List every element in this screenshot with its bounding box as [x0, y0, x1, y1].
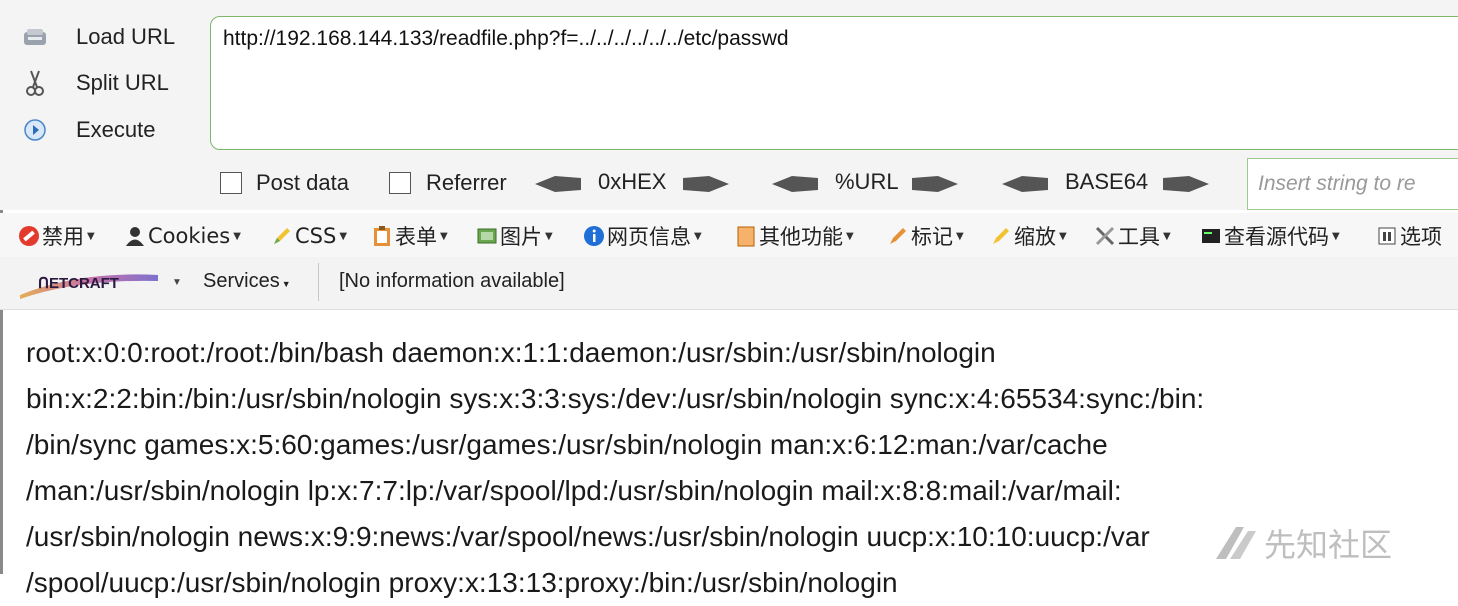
user-icon	[126, 227, 144, 246]
menu-css[interactable]: CSS ▼	[271, 221, 347, 251]
netcraft-toolbar: ᑎETCRAFT ▼ Services ▼ [No information ava…	[0, 257, 1458, 310]
execute-button[interactable]: Execute	[20, 115, 200, 145]
menu-misc[interactable]: 其他功能 ▼	[735, 221, 854, 251]
play-icon	[20, 118, 50, 142]
insert-string-input[interactable]	[1247, 158, 1458, 210]
menu-cookies[interactable]: Cookies ▼	[124, 221, 241, 251]
resize-icon	[993, 228, 1009, 244]
base64-label: BASE64	[1065, 169, 1149, 194]
image-icon	[477, 228, 497, 244]
menu-disable-label: 禁用	[42, 225, 84, 249]
hex-label: 0xHEX	[598, 169, 667, 194]
passwd-line: /bin/sync games:x:5:60:games:/usr/games:…	[26, 429, 1108, 460]
menu-resize[interactable]: 缩放 ▼	[990, 221, 1067, 251]
hex-decode-arrow-icon[interactable]	[535, 176, 581, 192]
load-url-label: Load URL	[76, 24, 176, 49]
netcraft-site-info: [No information available]	[339, 270, 565, 292]
menu-options[interactable]: 选项	[1376, 221, 1442, 251]
url-textarea[interactable]: http://192.168.144.133/readfile.php?f=..…	[210, 16, 1458, 150]
url-encode-arrow-icon[interactable]	[912, 176, 958, 192]
watermark-logo-icon	[1216, 527, 1256, 559]
passwd-line: root:x:0:0:root:/root:/bin/bash daemon:x…	[26, 337, 996, 368]
menu-tools-label: 工具	[1118, 225, 1160, 249]
url-decode-arrow-icon[interactable]	[772, 176, 818, 192]
hackbar-panel: Load URL Split URL Execute http://192.16…	[0, 0, 1458, 210]
menu-resize-label: 缩放	[1014, 225, 1056, 249]
services-menu[interactable]: Services ▼	[203, 270, 291, 293]
info-icon	[584, 226, 604, 246]
split-url-label: Split URL	[76, 70, 169, 95]
url-text: http://192.168.144.133/readfile.php?f=..…	[223, 27, 789, 50]
scissors-icon	[20, 70, 50, 96]
menu-page-info-label: 网页信息	[607, 225, 691, 249]
tools-icon	[1095, 226, 1115, 246]
menu-images[interactable]: 图片 ▼	[476, 221, 553, 251]
clipboard-icon	[374, 226, 390, 246]
referrer-checkbox[interactable]	[389, 172, 411, 194]
netcraft-logo[interactable]: ᑎETCRAFT	[18, 265, 160, 299]
options-icon	[1378, 227, 1396, 245]
hex-encode-arrow-icon[interactable]	[683, 176, 729, 192]
menu-outline[interactable]: 标记 ▼	[887, 221, 964, 251]
load-url-button[interactable]: Load URL	[20, 22, 200, 52]
menu-forms-label: 表单	[395, 225, 437, 249]
misc-icon	[737, 226, 755, 247]
post-data-label: Post data	[256, 170, 349, 195]
post-data-checkbox[interactable]	[220, 172, 242, 194]
menu-images-label: 图片	[500, 225, 542, 249]
passwd-line: /man:/usr/sbin/nologin lp:x:7:7:lp:/var/…	[26, 475, 1122, 506]
netcraft-dropdown-icon[interactable]: ▼	[172, 277, 182, 288]
webdev-toolbar: 禁用 ▼ Cookies ▼ CSS ▼ 表单 ▼ 图片 ▼ 网页信息 ▼ 其他功能 ▼ 标记…	[0, 213, 1458, 257]
menu-tools[interactable]: 工具 ▼	[1094, 221, 1171, 251]
terminal-icon	[1202, 229, 1220, 243]
base64-encode-arrow-icon[interactable]	[1163, 176, 1209, 192]
menu-forms[interactable]: 表单 ▼	[371, 221, 448, 251]
url-enc-label: %URL	[835, 169, 899, 194]
menu-disable[interactable]: 禁用 ▼	[18, 221, 95, 251]
split-url-button[interactable]: Split URL	[20, 68, 200, 98]
svg-text:ᑎETCRAFT: ᑎETCRAFT	[38, 275, 119, 292]
base64-decode-arrow-icon[interactable]	[1002, 176, 1048, 192]
execute-label: Execute	[76, 117, 156, 142]
menu-page-info[interactable]: 网页信息 ▼	[583, 221, 702, 251]
watermark-text: 先知社区	[1264, 526, 1393, 564]
toolbar-separator	[318, 263, 319, 301]
menu-view-source-label: 查看源代码	[1224, 225, 1329, 249]
menu-cookies-label: Cookies	[148, 224, 231, 248]
watermark: 先知社区	[1214, 518, 1392, 568]
passwd-line: bin:x:2:2:bin:/bin:/usr/sbin/nologin sys…	[26, 383, 1205, 414]
menu-css-label: CSS	[295, 224, 337, 248]
services-label: Services	[203, 270, 280, 292]
menu-view-source[interactable]: 查看源代码 ▼	[1200, 221, 1340, 251]
pencil-icon	[274, 228, 290, 244]
menu-outline-label: 标记	[911, 225, 953, 249]
disable-icon	[19, 226, 39, 246]
referrer-label: Referrer	[426, 170, 507, 195]
menu-options-label: 选项	[1400, 225, 1442, 249]
menu-misc-label: 其他功能	[759, 225, 843, 249]
marker-icon	[890, 228, 906, 244]
options-row: Post data Referrer 0xHEX %URL BASE64	[0, 160, 1458, 206]
load-url-icon	[20, 25, 50, 49]
